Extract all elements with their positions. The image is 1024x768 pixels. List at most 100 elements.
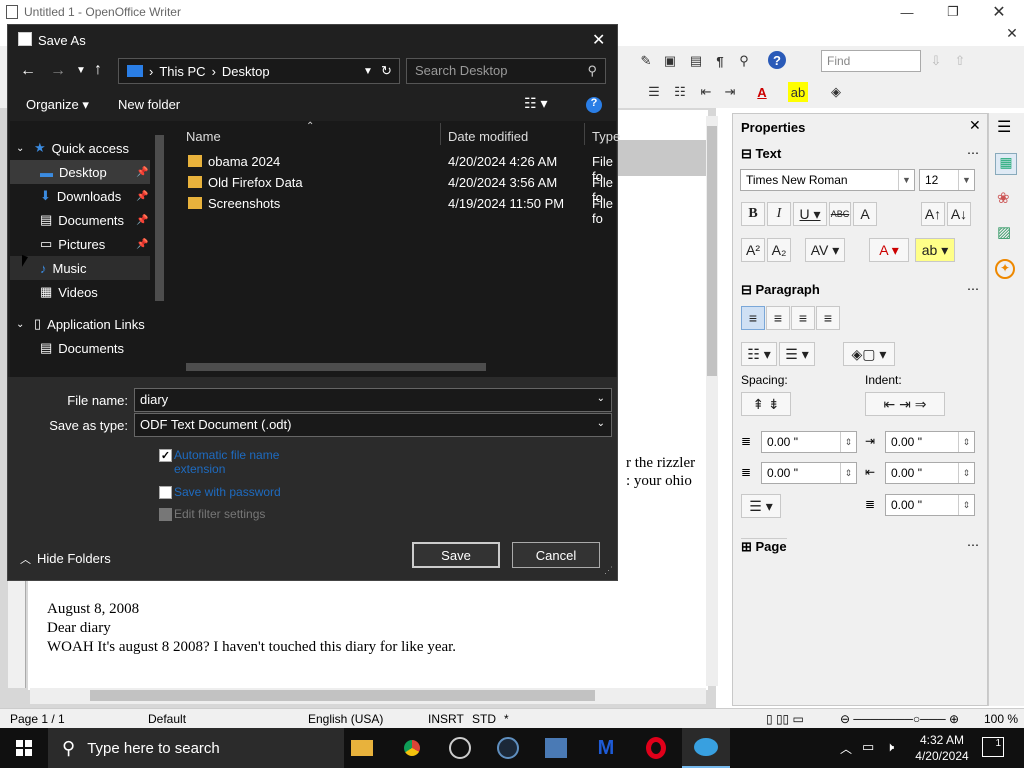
address-dropdown-icon[interactable]: ▼ [363, 66, 373, 77]
nav-pictures[interactable]: ▭ Pictures 📌 [10, 232, 150, 256]
app-icon[interactable] [532, 728, 580, 768]
recent-locations-icon[interactable]: ▼ [76, 65, 86, 76]
highlight-icon[interactable]: ab [788, 82, 808, 102]
above-paragraph-spacing-field[interactable]: 0.00 " ⇕ [761, 431, 857, 453]
find-input[interactable]: Find [821, 50, 921, 72]
auto-extension-label[interactable]: Automatic file name extension [174, 448, 279, 476]
image-icon[interactable]: ▣ [660, 51, 680, 71]
nav-documents[interactable]: ▤ Documents 📌 [10, 208, 150, 232]
up-icon[interactable]: ↑ [94, 61, 102, 79]
refresh-icon[interactable]: ↻ [381, 63, 392, 79]
shadow-button[interactable]: A [853, 202, 877, 226]
show-hidden-icons[interactable]: ︿ [840, 740, 852, 757]
file-explorer-icon[interactable] [338, 728, 386, 768]
opera-icon[interactable] [632, 728, 680, 768]
close-panel-icon[interactable]: ✕ [969, 117, 981, 134]
cancel-button[interactable]: Cancel [512, 542, 600, 568]
italic-button[interactable]: I [767, 202, 791, 226]
malwarebytes-icon[interactable]: M [582, 728, 630, 768]
nav-app-documents[interactable]: ▤ Documents [10, 336, 150, 360]
breadcrumb-this-pc[interactable]: This PC [159, 64, 205, 79]
file-row[interactable]: Old Firefox Data 4/20/2024 3:56 AM File … [186, 172, 616, 205]
nav-quick-access[interactable]: ⌄ ★ Quick access [10, 136, 150, 160]
paragraph-background-button[interactable]: ◈▢ ▾ [843, 342, 895, 366]
properties-tab-icon[interactable]: ▦ [995, 153, 1017, 175]
hide-folders-button[interactable]: ︿ Hide Folders [20, 551, 111, 567]
numbering-button[interactable]: ☰ ▾ [779, 342, 815, 366]
nav-downloads[interactable]: ⬇ Downloads 📌 [10, 184, 150, 208]
superscript-button[interactable]: A² [741, 238, 765, 262]
maximize-icon[interactable]: ❐ [930, 0, 976, 24]
selection-mode[interactable]: STD [472, 712, 496, 726]
horizontal-scrollbar[interactable] [30, 688, 706, 704]
bold-button[interactable]: B [741, 202, 765, 226]
increase-indent-icon[interactable]: ⇥ [720, 82, 740, 102]
find-previous-icon[interactable]: ⇧ [950, 51, 970, 71]
address-bar[interactable]: › This PC › Desktop ▼ ↻ [118, 58, 400, 84]
font-color-icon[interactable]: A [752, 82, 772, 102]
savetype-select[interactable]: ODF Text Document (.odt) ⌄ [134, 413, 612, 437]
file-list-hscrollbar[interactable] [166, 359, 616, 375]
page-indicator[interactable]: Page 1 / 1 [10, 712, 65, 726]
column-divider[interactable] [584, 123, 585, 145]
close-document-icon[interactable]: ✕ [1002, 25, 1022, 45]
save-with-password-label[interactable]: Save with password [174, 485, 281, 499]
align-center-button[interactable]: ≡ [766, 306, 790, 330]
background-color-icon[interactable]: ◈ [826, 82, 846, 102]
start-button[interactable] [0, 728, 48, 768]
page-section-header[interactable]: ⊞ Page [741, 538, 787, 555]
help-icon[interactable]: ? [586, 97, 602, 113]
character-spacing-button[interactable]: AV ▾ [805, 238, 845, 262]
minimize-icon[interactable]: — [884, 0, 930, 24]
file-row[interactable]: obama 2024 4/20/2024 4:26 AM File fo [186, 151, 616, 184]
find-replace-icon[interactable]: ⚲ [734, 51, 754, 71]
breadcrumb-desktop[interactable]: Desktop [222, 64, 270, 79]
gallery-tab-icon[interactable]: ▨ [997, 223, 1011, 241]
before-text-indent-field[interactable]: 0.00 " ⇕ [885, 431, 975, 453]
column-name[interactable]: Name [186, 129, 221, 144]
increase-font-button[interactable]: A↑ [921, 202, 945, 226]
first-line-indent-field[interactable]: 0.00 " ⇕ [885, 494, 975, 516]
openoffice-icon[interactable] [682, 728, 730, 768]
view-options-icon[interactable]: ☷ ▾ [524, 95, 547, 112]
back-icon[interactable]: ← [20, 62, 36, 80]
below-paragraph-spacing-field[interactable]: 0.00 " ⇕ [761, 462, 857, 484]
vertical-scrollbar[interactable] [706, 116, 718, 686]
filename-dropdown-icon[interactable]: ⌄ [597, 393, 605, 404]
save-with-password-checkbox[interactable] [159, 486, 172, 499]
align-left-button[interactable]: ≡ [741, 306, 765, 330]
subscript-button[interactable]: A₂ [767, 238, 791, 262]
formatting-marks-icon[interactable]: ¶ [710, 51, 730, 71]
numbering-icon[interactable]: ☰ [644, 82, 664, 102]
edit-icon[interactable]: ✎ [636, 51, 656, 71]
save-button[interactable]: Save [412, 542, 500, 568]
file-row[interactable]: Screenshots 4/19/2024 11:50 PM File fo [186, 193, 616, 226]
language-indicator[interactable]: English (USA) [308, 712, 383, 726]
search-desktop-input[interactable]: Search Desktop ⚲ [406, 58, 606, 84]
organize-button[interactable]: Organize ▾ [26, 97, 89, 113]
zoom-slider[interactable]: ⊖ ───────○─── ⊕ [840, 712, 959, 726]
highlight-color-button[interactable]: ab ▾ [915, 238, 955, 262]
paragraph-section-header[interactable]: ⊟ Paragraph [741, 282, 820, 298]
decrease-font-button[interactable]: A↓ [947, 202, 971, 226]
bullets-button[interactable]: ☷ ▾ [741, 342, 777, 366]
font-name-field[interactable]: Times New Roman ▼ [740, 169, 915, 191]
notification-center-icon[interactable]: 1 [982, 737, 1004, 757]
obs-icon[interactable] [436, 728, 484, 768]
nav-music[interactable]: ♪ Music [10, 256, 150, 280]
column-date-modified[interactable]: Date modified [448, 129, 528, 144]
font-size-field[interactable]: 12 ▼ [919, 169, 975, 191]
bullets-icon[interactable]: ☷ [670, 82, 690, 102]
insert-mode[interactable]: INSRT [428, 712, 464, 726]
new-folder-button[interactable]: New folder [118, 97, 180, 112]
paragraph-more-options-icon[interactable]: ⋯ [967, 282, 979, 296]
auto-extension-checkbox[interactable]: ✓ [159, 449, 172, 462]
strikethrough-button[interactable]: ABC [829, 202, 851, 226]
view-layout-icons[interactable]: ▯ ▯▯ ▭ [766, 712, 804, 726]
resize-grip-icon[interactable]: ⋰ [604, 565, 613, 576]
column-type[interactable]: Type [592, 129, 620, 144]
after-text-indent-field[interactable]: 0.00 " ⇕ [885, 462, 975, 484]
steam-icon[interactable] [484, 728, 532, 768]
savetype-dropdown-icon[interactable]: ⌄ [597, 418, 605, 429]
dialog-close-icon[interactable]: ✕ [592, 30, 605, 50]
